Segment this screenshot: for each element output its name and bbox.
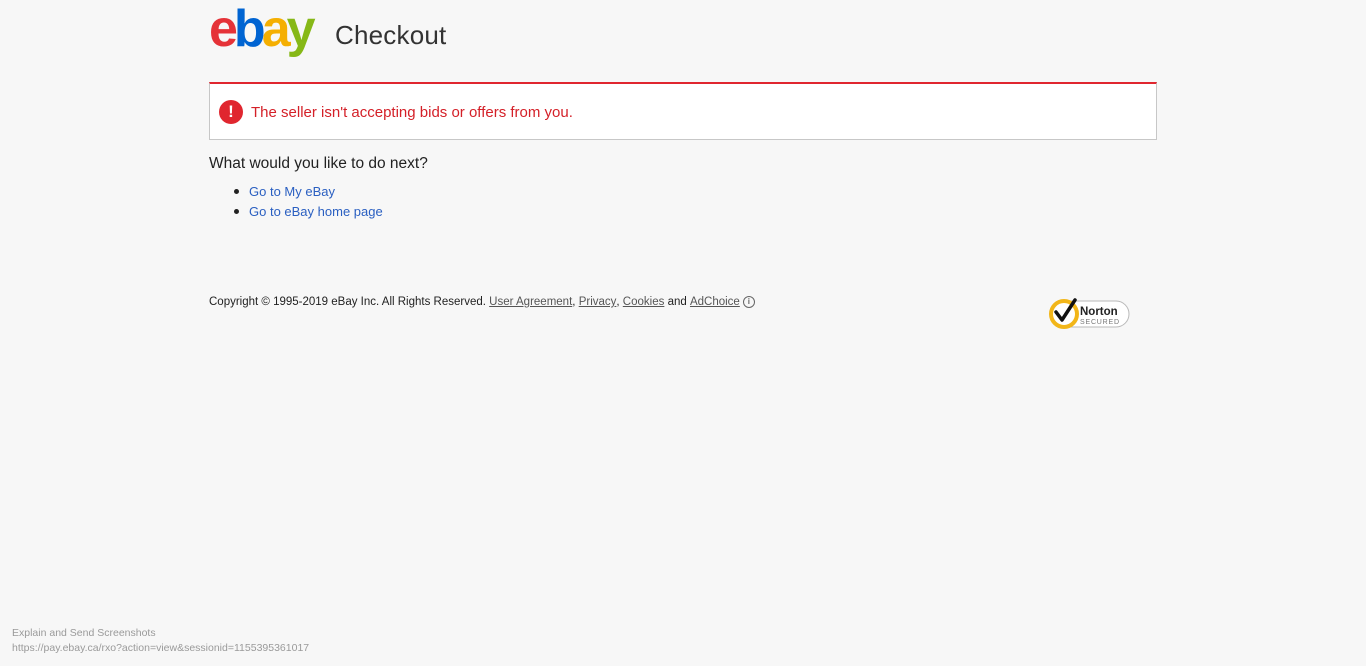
exclamation-circle-icon: ! <box>219 99 243 124</box>
norton-secured-badge[interactable]: Norton SECURED <box>1047 296 1131 332</box>
adchoice-icon[interactable]: i <box>742 296 755 308</box>
adchoice-link[interactable]: AdChoice <box>690 296 740 308</box>
header: ebay Checkout <box>209 8 446 60</box>
secured-label: SECURED <box>1080 319 1120 326</box>
my-ebay-link[interactable]: Go to My eBay <box>249 184 335 199</box>
privacy-link[interactable]: Privacy <box>579 296 617 308</box>
copyright-text: Copyright © 1995-2019 eBay Inc. All Righ… <box>209 296 486 308</box>
separator: , <box>572 296 576 308</box>
footer: Copyright © 1995-2019 eBay Inc. All Righ… <box>209 296 755 308</box>
ebay-home-link[interactable]: Go to eBay home page <box>249 204 383 219</box>
status-bar: Explain and Send Screenshots https://pay… <box>12 626 309 656</box>
svg-text:ebay: ebay <box>209 8 316 58</box>
separator: , <box>616 296 620 308</box>
list-item: Go to My eBay <box>209 182 383 202</box>
status-url: https://pay.ebay.ca/rxo?action=view&sess… <box>12 642 310 654</box>
list-item: Go to eBay home page <box>209 202 383 222</box>
status-line: Explain and Send Screenshots <box>12 627 156 639</box>
user-agreement-link[interactable]: User Agreement <box>489 296 572 308</box>
norton-label: Norton <box>1080 306 1118 318</box>
next-steps-list: Go to My eBay Go to eBay home page <box>209 182 383 221</box>
page: ebay Checkout ! The seller isn't accepti… <box>0 0 1366 666</box>
ebay-logo[interactable]: ebay <box>209 8 326 60</box>
page-title: Checkout <box>335 19 447 50</box>
and-text: and <box>667 296 687 308</box>
error-alert: ! The seller isn't accepting bids or off… <box>209 82 1157 140</box>
alert-message: The seller isn't accepting bids or offer… <box>251 104 573 121</box>
cookies-link[interactable]: Cookies <box>623 296 665 308</box>
next-steps-heading: What would you like to do next? <box>209 155 428 172</box>
